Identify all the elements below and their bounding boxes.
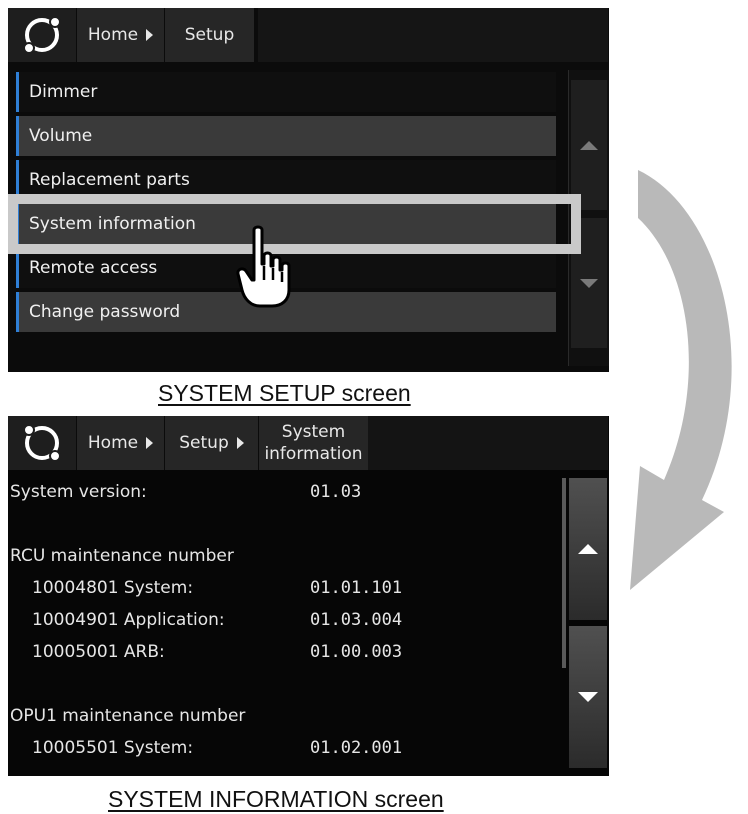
rcu-row-label: 10005001 ARB: [32, 642, 165, 662]
breadcrumb-system-information: System information [258, 416, 368, 470]
caption-system-information: SYSTEM INFORMATION screen [108, 786, 444, 812]
breadcrumb-home[interactable]: Home [76, 8, 164, 62]
arrow-down-icon [578, 692, 598, 702]
system-version-label: System version: [10, 482, 147, 502]
breadcrumb-home-label: Home [87, 433, 139, 453]
rcu-row-value: 01.00.003 [310, 642, 403, 662]
arrow-down-icon [580, 278, 598, 288]
rcu-row-value: 01.01.101 [310, 578, 403, 598]
opu1-row-label: 10005501 System: [32, 738, 194, 758]
logo-icon[interactable] [8, 416, 76, 470]
breadcrumb-current-line1: System [281, 422, 346, 442]
menu-item-label: Replacement parts [29, 170, 190, 190]
menu-item-label: Change password [29, 302, 181, 322]
opu1-row-value: 01.02.001 [310, 738, 403, 758]
scroll-down-button[interactable] [569, 626, 607, 768]
curved-arrow-icon [612, 170, 748, 604]
breadcrumb-setup-label: Setup [184, 25, 235, 45]
rcu-section-title: RCU maintenance number [10, 546, 234, 566]
breadcrumb-setup-label: Setup [179, 433, 229, 453]
menu-item-dimmer[interactable]: Dimmer [16, 72, 556, 112]
menu-item-label: Dimmer [29, 82, 98, 102]
system-information-screen: Home Setup System information System ver… [8, 416, 609, 776]
menu-item-label: Remote access [29, 258, 158, 278]
rcu-row-label: 10004901 Application: [32, 610, 225, 630]
menu-item-label: Volume [29, 126, 93, 146]
menu-item-volume[interactable]: Volume [16, 116, 556, 156]
breadcrumb-setup[interactable]: Setup [164, 416, 258, 470]
chevron-right-icon [146, 437, 154, 449]
pointing-hand-icon [234, 224, 292, 312]
chevron-right-icon [236, 437, 244, 449]
header-bar: Home Setup System information [8, 416, 609, 470]
scroll-up-button[interactable] [569, 478, 607, 620]
chevron-right-icon [146, 29, 154, 41]
selection-highlight [8, 194, 581, 254]
arrow-up-icon [580, 140, 598, 150]
breadcrumb-home[interactable]: Home [76, 416, 164, 470]
logo-icon[interactable] [8, 8, 76, 62]
rcu-row-value: 01.03.004 [310, 610, 403, 630]
breadcrumb-current-line2: information [264, 444, 363, 464]
header-bar: Home Setup [8, 8, 609, 62]
caption-system-setup: SYSTEM SETUP screen [158, 380, 411, 406]
arrow-up-icon [578, 544, 598, 554]
scroll-up-button[interactable] [571, 80, 607, 210]
scroll-position-bar[interactable] [562, 478, 566, 668]
rcu-row-label: 10004801 System: [32, 578, 194, 598]
system-setup-screen: Home Setup Dimmer Volume Replacement par… [8, 8, 609, 372]
system-version-value: 01.03 [310, 482, 362, 502]
opu1-section-title: OPU1 maintenance number [10, 706, 246, 726]
breadcrumb-setup: Setup [164, 8, 254, 62]
breadcrumb-home-label: Home [87, 25, 139, 45]
